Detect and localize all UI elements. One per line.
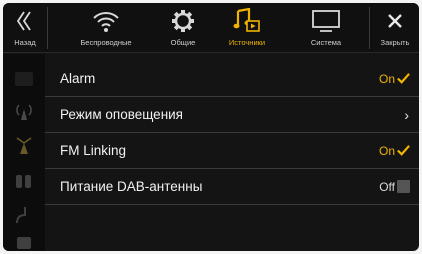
wifi-icon — [91, 6, 121, 36]
setting-row-dab-antenna-power[interactable]: Питание DAB-антенны Off — [45, 169, 419, 205]
source-rail — [3, 54, 45, 251]
video-icon — [12, 232, 36, 251]
setting-row-fm-linking[interactable]: FM Linking On — [45, 133, 419, 169]
back-button[interactable]: Назад — [3, 3, 47, 53]
setting-value: On — [378, 143, 395, 158]
setting-row-alarm[interactable]: Alarm On — [45, 61, 419, 97]
close-button[interactable]: Закрыть — [371, 3, 419, 53]
tab-system-label: Система — [310, 38, 342, 47]
back-label: Назад — [14, 38, 36, 47]
dab-antenna-icon — [12, 134, 36, 156]
setting-row-alert-mode[interactable]: Режим оповещения › — [45, 97, 419, 133]
tab-general[interactable]: Общие — [159, 3, 207, 53]
tab-system[interactable]: Система — [293, 3, 359, 53]
monitor-icon — [311, 6, 341, 36]
back-icon — [15, 6, 35, 36]
tab-sources[interactable]: Источники — [215, 3, 279, 53]
divider — [369, 7, 370, 49]
setting-label: Питание DAB-антенны — [60, 179, 203, 194]
settings-screen: Назад Беспроводные Общие Источники Систе… — [3, 3, 419, 251]
music-source-icon — [233, 6, 261, 36]
unchecked-box-icon[interactable] — [397, 180, 410, 193]
tab-sources-label: Источники — [228, 38, 266, 47]
top-navigation-bar: Назад Беспроводные Общие Источники Систе… — [3, 3, 419, 53]
antenna-icon — [12, 100, 36, 122]
setting-label: Alarm — [60, 71, 96, 86]
close-label: Закрыть — [380, 38, 410, 47]
setting-value: Off — [379, 179, 395, 194]
chevron-right-icon: › — [404, 106, 409, 123]
blank-source-icon — [12, 68, 36, 90]
checkmark-icon[interactable] — [396, 71, 411, 86]
setting-label: Режим оповещения — [60, 107, 183, 122]
close-icon — [385, 6, 405, 36]
tab-wireless[interactable]: Беспроводные — [53, 3, 159, 53]
setting-value: On — [378, 71, 395, 86]
speaker-icon — [12, 170, 36, 192]
gear-icon — [171, 6, 195, 36]
settings-list: Alarm On Режим оповещения › FM Linking O… — [45, 61, 419, 205]
tab-general-label: Общие — [170, 38, 196, 47]
divider — [47, 7, 48, 49]
checkmark-icon[interactable] — [396, 143, 411, 158]
tab-wireless-label: Беспроводные — [80, 38, 132, 47]
usb-icon — [12, 204, 36, 226]
setting-label: FM Linking — [60, 143, 127, 158]
